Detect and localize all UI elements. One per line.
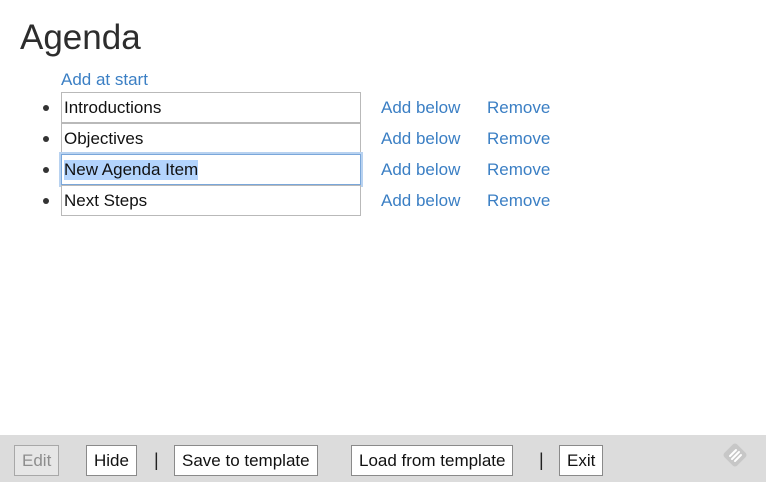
agenda-item-input[interactable] (61, 185, 361, 216)
bullet-icon (43, 167, 49, 173)
agenda-item: Add below Remove (0, 92, 766, 123)
add-below-link[interactable]: Add below (381, 191, 460, 211)
agenda-list: Add below Remove Add below Remove Add be… (0, 92, 766, 216)
agenda-item: Add below Remove (0, 123, 766, 154)
hide-button[interactable]: Hide (86, 445, 137, 476)
bullet-icon (43, 105, 49, 111)
add-below-link[interactable]: Add below (381, 98, 460, 118)
toolbar-separator: | (154, 450, 159, 470)
agenda-item: Add below Remove (0, 154, 766, 185)
remove-link[interactable]: Remove (487, 129, 550, 149)
agenda-item: Add below Remove (0, 185, 766, 216)
bottom-toolbar: Edit Hide | Save to template Load from t… (0, 435, 766, 482)
exit-button[interactable]: Exit (559, 445, 604, 476)
agenda-item-input-focused[interactable] (61, 154, 361, 185)
toolbar-separator: | (539, 450, 544, 470)
save-to-template-button[interactable]: Save to template (174, 445, 318, 476)
feed-logo-icon (723, 443, 747, 467)
remove-link[interactable]: Remove (487, 98, 550, 118)
add-at-start-link[interactable]: Add at start (61, 70, 148, 90)
bullet-icon (43, 198, 49, 204)
edit-button[interactable]: Edit (14, 445, 60, 476)
agenda-item-input[interactable] (61, 92, 361, 123)
add-below-link[interactable]: Add below (381, 160, 460, 180)
remove-link[interactable]: Remove (487, 191, 550, 211)
page-title: Agenda (20, 18, 141, 57)
add-below-link[interactable]: Add below (381, 129, 460, 149)
bullet-icon (43, 136, 49, 142)
load-from-template-button[interactable]: Load from template (351, 445, 514, 476)
remove-link[interactable]: Remove (487, 160, 550, 180)
agenda-item-input[interactable] (61, 123, 361, 154)
